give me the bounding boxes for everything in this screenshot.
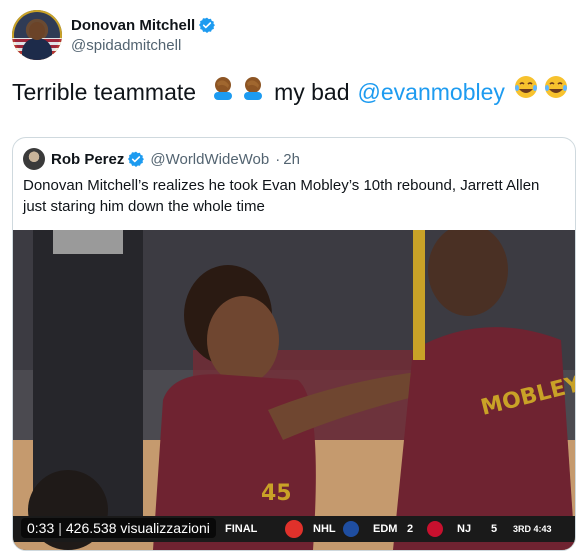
video-frame: 45 MOBLEY — [13, 230, 575, 550]
tweet-text: Terrible teammate my bad @evanmobley — [12, 74, 571, 110]
quoted-text: Donovan Mitchell’s realizes he took Evan… — [23, 177, 540, 215]
score-period: 3RD 4:43 — [513, 524, 552, 534]
team1-logo-icon — [343, 521, 359, 537]
face-palm-emoji-icon — [240, 74, 266, 110]
quoted-handle[interactable]: @WorldWideWob — [150, 151, 269, 168]
verified-badge-icon — [128, 151, 145, 167]
tweet-text-middle: my bad — [274, 79, 350, 105]
quoted-header: Rob Perez @WorldWideWob · 2h — [23, 148, 300, 170]
score-value1: 2 — [407, 523, 414, 535]
author-name[interactable]: Donovan Mitchell — [71, 17, 195, 34]
quoted-tweet[interactable]: Rob Perez @WorldWideWob · 2h Donovan Mit… — [12, 137, 576, 551]
quoted-time[interactable]: 2h — [283, 151, 300, 168]
joy-emoji-icon — [513, 74, 539, 110]
score-league: NHL — [313, 523, 336, 535]
quoted-name[interactable]: Rob Perez — [51, 151, 124, 168]
video-player[interactable]: 45 MOBLEY FINAL NHL EDM 2 NJ 5 3RD 4:43 — [13, 230, 575, 550]
author-names: Donovan Mitchell @spidadmitchell — [71, 17, 216, 54]
verified-badge-icon — [199, 17, 216, 33]
tweet-header: Donovan Mitchell @spidadmitchell — [12, 10, 216, 60]
mention-link[interactable]: @evanmobley — [358, 76, 505, 108]
video-overlay: 0:33 | 426.538 visualizzazioni — [21, 518, 216, 538]
author-avatar[interactable] — [12, 10, 62, 60]
score-value2: 5 — [491, 523, 498, 535]
score-status: FINAL — [225, 523, 258, 535]
score-team1: EDM — [373, 523, 398, 535]
team2-logo-icon — [427, 521, 443, 537]
tweet-text-start: Terrible teammate — [12, 79, 197, 105]
quoted-avatar[interactable] — [23, 148, 45, 170]
joy-emoji-icon — [543, 74, 569, 110]
score-team2: NJ — [457, 523, 472, 535]
sponsor-logo-icon — [285, 520, 303, 538]
jersey-number-mitchell: 45 — [261, 481, 292, 506]
video-views: 426.538 visualizzazioni — [65, 520, 210, 536]
video-time: 0:33 — [27, 520, 55, 536]
face-palm-emoji-icon — [210, 74, 236, 110]
quoted-separator: · — [275, 150, 281, 168]
author-handle[interactable]: @spidadmitchell — [71, 37, 215, 54]
